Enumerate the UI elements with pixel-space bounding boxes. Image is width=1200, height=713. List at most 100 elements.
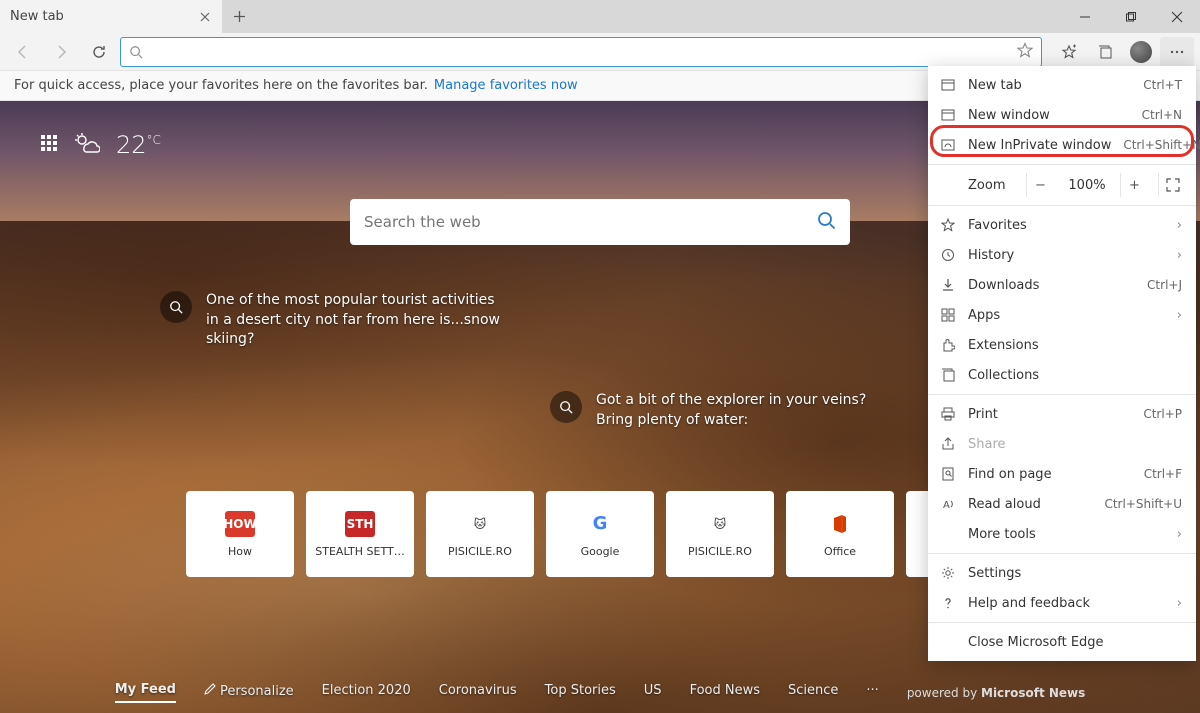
web-search-input[interactable] <box>364 213 816 231</box>
quick-link-tile[interactable]: G Google <box>546 491 654 577</box>
tile-label: STEALTH SETT… <box>315 545 404 558</box>
web-search-box[interactable] <box>350 199 850 245</box>
help-icon <box>940 595 956 611</box>
profile-button[interactable] <box>1124 37 1158 67</box>
menu-new-tab[interactable]: New tab Ctrl+T <box>928 70 1196 100</box>
weather-temp[interactable]: 22°C <box>116 131 161 159</box>
tab-title: New tab <box>10 9 189 24</box>
ellipsis-icon <box>1169 44 1185 60</box>
manage-favorites-link[interactable]: Manage favorites now <box>434 78 578 93</box>
quick-link-tile[interactable]: Office <box>786 491 894 577</box>
menu-zoom: Zoom − 100% + <box>928 169 1196 201</box>
avatar-icon <box>1130 41 1152 63</box>
tab-close-button[interactable] <box>197 9 213 25</box>
tile-icon: HOW <box>225 511 255 537</box>
menu-close-edge[interactable]: Close Microsoft Edge <box>928 627 1196 657</box>
quick-link-tile[interactable]: 🐱 PISICILE.RO <box>666 491 774 577</box>
history-icon <box>940 247 956 263</box>
feed-nav-item[interactable]: Personalize <box>204 683 294 703</box>
info-blurb[interactable]: Got a bit of the explorer in your veins?… <box>550 391 900 430</box>
menu-collections[interactable]: Collections <box>928 360 1196 390</box>
quick-link-tile[interactable]: STH STEALTH SETT… <box>306 491 414 577</box>
menu-favorites[interactable]: Favorites › <box>928 210 1196 240</box>
chevron-right-icon: › <box>1177 218 1182 233</box>
feed-nav-item[interactable]: Election 2020 <box>322 683 411 702</box>
chevron-right-icon: › <box>1177 596 1182 611</box>
collections-button[interactable] <box>1088 37 1122 67</box>
feed-nav-item[interactable]: Science <box>788 683 838 702</box>
maximize-button[interactable] <box>1108 0 1154 33</box>
fullscreen-button[interactable] <box>1158 173 1186 197</box>
feed-nav-item[interactable]: Top Stories <box>545 683 616 702</box>
back-button[interactable] <box>6 37 40 67</box>
tile-label: Google <box>581 545 620 558</box>
svg-text:A: A <box>943 500 950 511</box>
feed-nav-item[interactable]: Food News <box>690 683 760 702</box>
tile-label: How <box>228 545 252 558</box>
blurb-text: One of the most popular tourist activiti… <box>206 291 510 350</box>
refresh-button[interactable] <box>82 37 116 67</box>
tile-icon: STH <box>345 511 375 537</box>
tile-label: PISICILE.RO <box>688 545 752 558</box>
menu-new-window[interactable]: New window Ctrl+N <box>928 100 1196 130</box>
menu-read-aloud[interactable]: A Read aloud Ctrl+Shift+U <box>928 489 1196 519</box>
favorite-star-icon[interactable] <box>1017 42 1033 62</box>
menu-history[interactable]: History › <box>928 240 1196 270</box>
new-tab-icon <box>940 77 956 93</box>
share-icon <box>940 436 956 452</box>
address-bar[interactable] <box>120 37 1042 67</box>
window-close-button[interactable] <box>1154 0 1200 33</box>
tile-icon: G <box>585 511 615 537</box>
search-icon <box>129 45 143 59</box>
menu-settings[interactable]: Settings <box>928 558 1196 588</box>
chevron-right-icon: › <box>1177 248 1182 263</box>
tile-icon <box>825 511 855 537</box>
more-menu-button[interactable] <box>1160 37 1194 67</box>
favorites-bar-button[interactable] <box>1052 37 1086 67</box>
search-icon <box>550 391 582 423</box>
search-submit-icon[interactable] <box>816 210 836 234</box>
extensions-icon <box>940 337 956 353</box>
menu-more-tools[interactable]: More tools › <box>928 519 1196 549</box>
feed-nav: My Feed Personalize Election 2020 Coronavir… <box>0 682 1200 703</box>
feed-nav-item[interactable]: My Feed <box>115 682 176 703</box>
gear-icon <box>940 565 956 581</box>
new-window-icon <box>940 107 956 123</box>
tile-icon: 🐱 <box>705 511 735 537</box>
menu-apps[interactable]: Apps › <box>928 300 1196 330</box>
tile-icon: 🐱 <box>465 511 495 537</box>
weather-icon[interactable] <box>74 132 100 159</box>
star-icon <box>940 217 956 233</box>
feed-nav-item[interactable]: US <box>644 683 662 702</box>
inprivate-icon <box>940 137 956 153</box>
quick-link-tile[interactable]: HOW How <box>186 491 294 577</box>
quick-link-tile[interactable]: 🐱 PISICILE.RO <box>426 491 534 577</box>
minimize-button[interactable] <box>1062 0 1108 33</box>
browser-tab[interactable]: New tab <box>0 0 222 33</box>
zoom-out-button[interactable]: − <box>1026 173 1054 197</box>
menu-extensions[interactable]: Extensions <box>928 330 1196 360</box>
blurb-text: Got a bit of the explorer in your veins?… <box>596 391 900 430</box>
apps-icon <box>940 307 956 323</box>
new-tab-button[interactable] <box>222 0 256 33</box>
pencil-icon <box>204 684 220 699</box>
menu-downloads[interactable]: Downloads Ctrl+J <box>928 270 1196 300</box>
menu-share: Share <box>928 429 1196 459</box>
zoom-in-button[interactable]: + <box>1120 173 1148 197</box>
chevron-right-icon: › <box>1177 308 1182 323</box>
speed-dial-button[interactable] <box>40 133 58 157</box>
tile-label: PISICILE.RO <box>448 545 512 558</box>
find-icon <box>940 466 956 482</box>
menu-help[interactable]: Help and feedback › <box>928 588 1196 618</box>
feed-nav-more[interactable]: ··· <box>866 683 878 702</box>
menu-find[interactable]: Find on page Ctrl+F <box>928 459 1196 489</box>
info-blurb[interactable]: One of the most popular tourist activiti… <box>160 291 510 350</box>
tile-label: Office <box>824 545 856 558</box>
feed-nav-item[interactable]: Coronavirus <box>439 683 517 702</box>
download-icon <box>940 277 956 293</box>
favorites-hint-text: For quick access, place your favorites h… <box>14 78 428 93</box>
app-menu: New tab Ctrl+T New window Ctrl+N New InP… <box>928 66 1196 661</box>
forward-button[interactable] <box>44 37 78 67</box>
menu-print[interactable]: Print Ctrl+P <box>928 399 1196 429</box>
menu-new-inprivate[interactable]: New InPrivate window Ctrl+Shift+N <box>928 130 1196 160</box>
